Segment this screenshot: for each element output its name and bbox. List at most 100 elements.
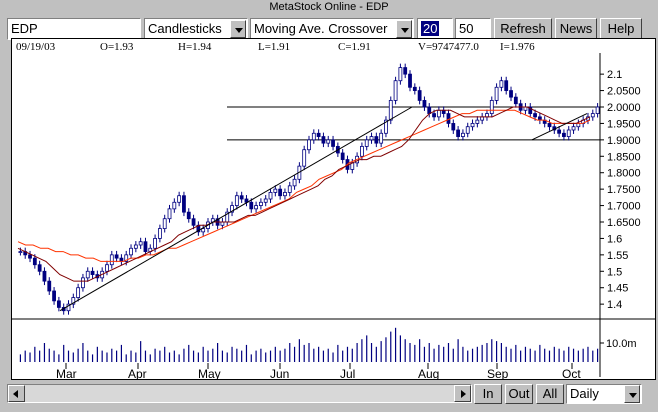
candle-body [52,290,56,302]
month-label: Apr [128,367,147,379]
candle-body [388,100,393,121]
price-tick-label: 2.0000 [607,102,641,114]
candle-body [566,129,571,137]
candle-body [432,113,436,118]
month-label: May [198,367,221,379]
price-tick-label: 1.7500 [607,184,641,196]
candle-body [417,90,422,101]
candle-body [499,80,504,88]
month-label: Jul [340,367,355,379]
candle-body [76,287,81,298]
candle-body [182,195,186,213]
candle-body [408,73,412,88]
horizontal-scrollbar[interactable] [7,384,472,403]
candle-body [307,139,311,151]
study-select[interactable]: Moving Ave. Crossover [250,18,414,40]
candle-body [287,185,292,193]
show-all-button[interactable]: All [536,384,564,404]
candle-body [143,241,148,252]
candle-body [595,106,600,114]
candle-body [494,86,499,101]
period2-input[interactable]: 50 [455,18,491,40]
candle-body [259,201,263,206]
candle-body [436,109,441,118]
price-tick-label: 2.0500 [607,86,641,98]
interval-value: Daily [570,386,599,401]
candle-body [105,264,109,272]
candle-body [157,228,162,239]
candle-body [85,270,90,279]
scroll-right-icon[interactable] [454,385,471,402]
candle-body [562,132,566,137]
candle-body [234,195,239,206]
candle-body [302,149,307,167]
candle-body [364,139,369,147]
candle-body [201,228,206,233]
price-chart[interactable]: 1.4 1.45 1.5 1.55 1.6 1.6500 1.7000 1.7500 1.800… [12,39,655,379]
candle-body [191,218,196,226]
price-tick-label: 1.7000 [607,201,641,213]
interval-select[interactable]: Daily [566,384,642,404]
news-button[interactable]: News [555,18,597,40]
month-label: Sep [487,367,509,379]
refresh-button[interactable]: Refresh [494,18,552,40]
candle-body [81,277,85,289]
candle-body [427,106,432,114]
candle-body [470,123,475,128]
candle-body [37,264,42,272]
candle-body [360,146,364,157]
help-button[interactable]: Help [600,18,642,40]
candle-body [374,136,379,144]
candle-body [114,254,119,259]
candle-body [56,300,61,308]
price-tick-label: 1.6 [607,233,622,245]
candle-body [283,192,287,197]
price-tick-label: 1.9500 [607,118,641,130]
price-tick-label: 1.9000 [607,135,641,147]
zoom-in-button[interactable]: In [474,384,502,404]
candle-body [278,188,283,197]
candle-body [369,136,374,141]
study-value: Moving Ave. Crossover [254,21,388,36]
chart-style-select[interactable]: Candlesticks [144,18,248,40]
candle-body [422,100,427,108]
chevron-down-icon[interactable] [624,385,640,403]
price-tick-label: 2.1 [607,69,622,81]
symbol-input[interactable]: EDP [7,18,141,40]
trendline [59,106,413,312]
candle-body [90,270,95,275]
candle-body [331,139,335,147]
chevron-down-icon[interactable] [230,20,246,38]
price-tick-label: 1.45 [607,283,628,295]
candle-body [32,257,37,266]
candle-body [172,201,177,210]
candle-body [18,251,23,253]
candle-body [465,126,470,134]
period1-input[interactable]: 20 [417,18,453,40]
ma-short-line [17,106,591,282]
price-tick-label: 1.6500 [607,217,641,229]
candle-body [326,139,331,144]
chevron-down-icon[interactable] [396,20,412,38]
zoom-out-button[interactable]: Out [505,384,533,404]
candle-body [547,123,552,128]
candle-body [177,195,182,203]
candle-body [489,100,494,114]
candle-body [47,280,52,292]
price-tick-label: 1.5 [607,266,622,278]
candle-body [186,211,191,220]
candle-body [311,132,316,141]
price-tick-label: 1.4 [607,299,622,311]
candle-body [138,241,143,246]
month-label: Aug [418,367,439,379]
candle-body [109,254,114,266]
candle-body [571,126,576,131]
candle-body [475,119,480,124]
chart-panel[interactable]: 09/19/03 O=1.93 H=1.94 L=1.91 C=1.91 V=9… [11,38,656,380]
candle-body [412,86,417,91]
candle-body [263,198,268,203]
candle-body [153,238,157,249]
candle-body [28,254,32,259]
candle-body [249,201,254,210]
scroll-left-icon[interactable] [8,385,25,402]
